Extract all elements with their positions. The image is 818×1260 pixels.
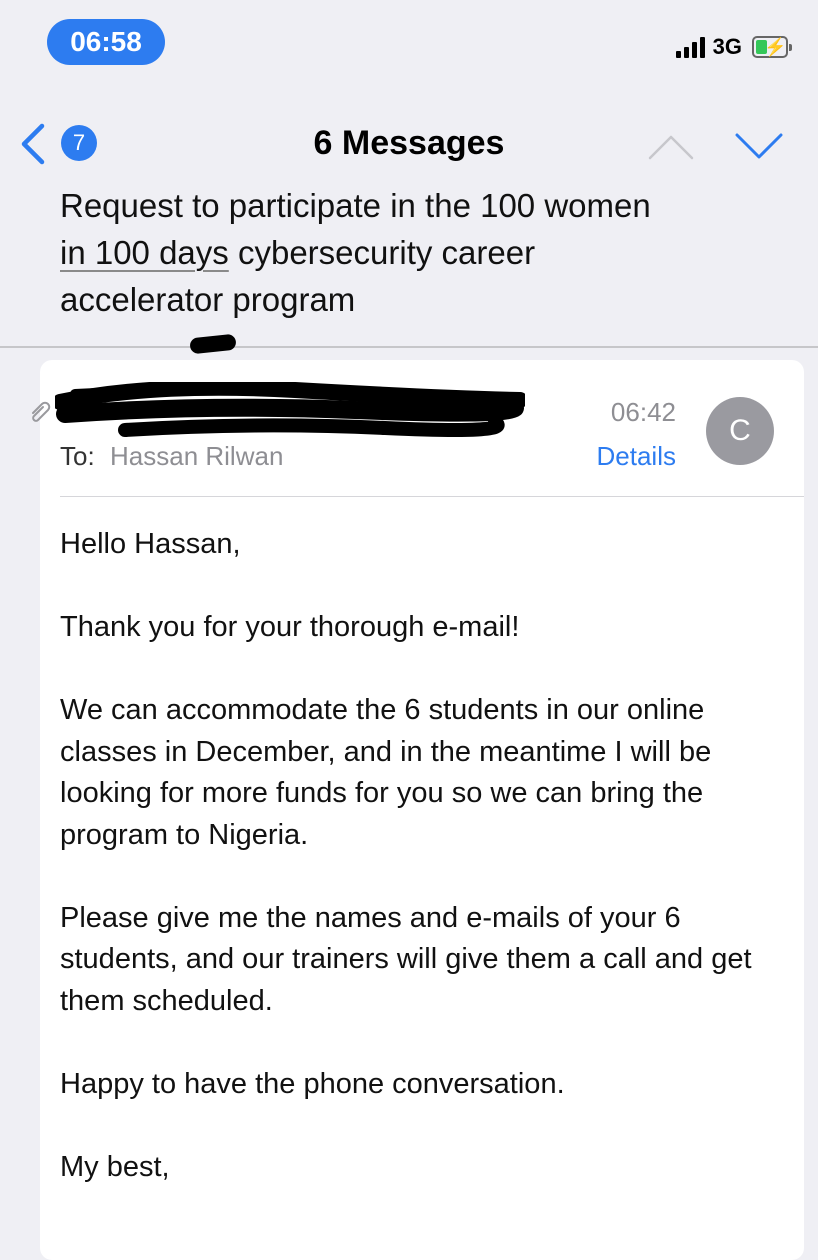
network-type: 3G [712, 34, 742, 59]
message-body: Hello Hassan, Thank you for your thoroug… [60, 524, 780, 1230]
body-paragraph: Please give me the names and e-mails of … [60, 901, 752, 1017]
previous-message-icon[interactable] [648, 134, 694, 160]
details-link[interactable]: Details [560, 441, 676, 472]
page-title: 6 Messages [313, 124, 505, 162]
email-subject: Request to participate in the 100 women … [60, 182, 790, 323]
subject-line-1: Request to participate in the 100 women [60, 187, 651, 224]
status-indicators: 3G ⚡ [675, 34, 792, 60]
body-paragraph: Thank you for your thorough e-mail! [60, 611, 520, 643]
message-time: 06:42 [610, 397, 676, 427]
subject-line-3: accelerator program [60, 281, 356, 318]
thread-divider [0, 346, 818, 348]
header-separator [60, 496, 804, 497]
body-paragraph: Hello Hassan, [60, 528, 241, 560]
body-paragraph: My best, [60, 1150, 170, 1183]
redaction-mark [189, 333, 237, 355]
body-paragraph: We can accommodate the 6 students in our… [60, 694, 712, 851]
status-time: 06:58 [47, 19, 165, 65]
cellular-signal-icon [675, 36, 705, 58]
recipient-name[interactable]: Hassan Rilwan [110, 441, 283, 472]
paperclip-icon [32, 401, 51, 422]
subject-link[interactable]: in 100 days [60, 234, 229, 271]
battery-charging-icon: ⚡ [752, 36, 792, 58]
next-message-icon[interactable] [735, 132, 783, 160]
redacted-sender [55, 382, 525, 437]
to-label: To: [60, 441, 95, 471]
subject-line-2: cybersecurity career [228, 234, 536, 271]
body-paragraph: Happy to have the phone conversation. [60, 1067, 565, 1100]
sender-avatar[interactable]: C [706, 397, 774, 465]
